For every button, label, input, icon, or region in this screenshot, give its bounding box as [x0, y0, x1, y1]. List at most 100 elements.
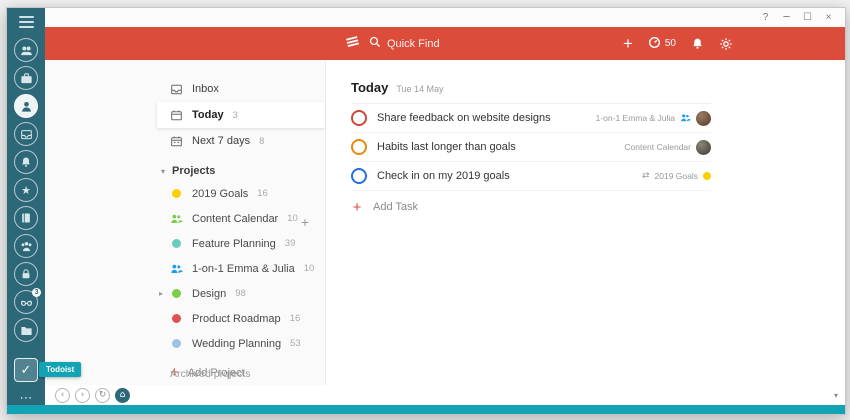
task-project-label[interactable]: Content Calendar [624, 142, 691, 152]
page-date: Tue 14 May [396, 84, 443, 94]
projects-section-header[interactable]: ▾ Projects [157, 165, 325, 177]
task-complete-circle[interactable] [351, 110, 367, 126]
task-text: Habits last longer than goals [377, 141, 614, 153]
project-count: 39 [285, 238, 296, 249]
forward-button[interactable]: › [75, 388, 90, 403]
folder-icon[interactable] [14, 318, 38, 342]
task-row[interactable]: Share feedback on website designs 1-on-1… [351, 104, 711, 133]
shared-people-icon [170, 262, 183, 275]
help-button[interactable]: ? [755, 12, 776, 23]
chevron-down-icon: ▾ [161, 167, 165, 176]
star-icon[interactable]: ★ [14, 178, 38, 202]
project-count: 16 [257, 188, 268, 199]
quick-add-button[interactable]: + [623, 35, 633, 52]
bottom-nav-strip: ‹ › ↻ ⌂ ▾ [45, 385, 845, 405]
project-color-dot [172, 289, 181, 298]
project-color-dot [172, 339, 181, 348]
project-color-dot [172, 314, 181, 323]
home-button[interactable]: ⌂ [115, 388, 130, 403]
sidebar-item-today[interactable]: Today 3 [157, 102, 325, 128]
sidebar-item-label: Inbox [192, 83, 219, 95]
profile-icon[interactable] [14, 94, 38, 118]
maximize-button[interactable]: ☐ [797, 12, 818, 23]
bottom-accent-bar [7, 405, 845, 414]
sidebar-item-label: Today [192, 109, 224, 121]
sidebar-item-label: Next 7 days [192, 135, 250, 147]
recurring-icon: ⇄ [642, 171, 650, 181]
main-content: Today Tue 14 May Share feedback on websi… [326, 60, 845, 385]
todoist-sidebar: Inbox Today 3 Next 7 days 8 ▾ Projects [45, 60, 326, 385]
todoist-tooltip: Todoist [39, 362, 81, 377]
karma-count: 50 [665, 38, 676, 49]
calendar-week-icon [170, 135, 183, 148]
task-text: Check in on my 2019 goals [377, 170, 632, 182]
task-project-label[interactable]: 1-on-1 Emma & Julia [596, 113, 675, 123]
project-color-dot [172, 239, 181, 248]
project-count: 10 [304, 263, 315, 274]
assignee-avatar[interactable] [696, 111, 711, 126]
task-project-label[interactable]: 2019 Goals [655, 171, 698, 181]
expand-chevron-icon[interactable]: ▸ [159, 289, 163, 298]
lock-icon[interactable] [14, 262, 38, 286]
project-label: 1-on-1 Emma & Julia [192, 263, 295, 275]
shared-people-icon [170, 212, 183, 225]
calendar-today-icon [170, 109, 183, 122]
project-item-wedding-planning[interactable]: Wedding Planning 53 [157, 331, 325, 356]
project-count: 10 [287, 213, 298, 224]
project-label: Product Roadmap [192, 313, 281, 325]
settings-gear-icon[interactable] [719, 37, 733, 51]
task-row[interactable]: Check in on my 2019 goals ⇄ 2019 Goals [351, 162, 711, 191]
project-item-product-roadmap[interactable]: Product Roadmap 16 [157, 306, 325, 331]
task-row[interactable]: Habits last longer than goals Content Ca… [351, 133, 711, 162]
hamburger-menu-icon[interactable] [19, 16, 34, 28]
bell-icon[interactable] [14, 150, 38, 174]
unread-badge: 3 [32, 288, 41, 297]
app-window: ★ 3 ✓ Todoist ⋯ ? ─ ☐ [6, 7, 846, 415]
close-button[interactable]: × [818, 12, 839, 23]
project-item-1on1[interactable]: 1-on-1 Emma & Julia 10 [157, 256, 325, 281]
notebook-icon[interactable] [14, 206, 38, 230]
search-icon [369, 36, 381, 51]
task-text: Share feedback on website designs [377, 112, 586, 124]
inbox-icon [170, 83, 183, 96]
contacts-icon[interactable] [14, 38, 38, 62]
task-complete-circle[interactable] [351, 139, 367, 155]
more-options-icon[interactable]: ⋯ [7, 393, 45, 405]
window-titlebar: ? ─ ☐ × [45, 8, 845, 27]
project-item-design[interactable]: ▸ Design 98 [157, 281, 325, 306]
team-icon[interactable] [14, 234, 38, 258]
page-title: Today [351, 80, 388, 95]
refresh-button[interactable]: ↻ [95, 388, 110, 403]
project-count: 98 [235, 288, 246, 299]
notifications-bell-icon[interactable] [691, 37, 704, 50]
sidebar-item-inbox[interactable]: Inbox [157, 76, 325, 102]
inbox-tray-icon[interactable] [14, 122, 38, 146]
task-complete-circle[interactable] [351, 168, 367, 184]
search-placeholder: Quick Find [387, 38, 440, 50]
quick-find-search[interactable]: Quick Find [369, 36, 440, 51]
shared-people-icon [680, 112, 691, 125]
add-task-button[interactable]: + Add Task [351, 191, 711, 223]
sidebar-item-next7days[interactable]: Next 7 days 8 [157, 128, 325, 154]
assignee-avatar[interactable] [696, 140, 711, 155]
project-label: Content Calendar [192, 213, 278, 225]
back-button[interactable]: ‹ [55, 388, 70, 403]
project-item-2019-goals[interactable]: 2019 Goals 16 [157, 181, 325, 206]
item-count: 3 [233, 110, 238, 121]
archived-projects-link[interactable]: Archived projects [170, 368, 251, 380]
scroll-down-chevron-icon[interactable]: ▾ [834, 391, 838, 400]
todoist-app-icon[interactable]: ✓ [14, 358, 38, 382]
app-launcher-sidebar: ★ 3 ✓ Todoist ⋯ [7, 8, 45, 405]
project-item-feature-planning[interactable]: Feature Planning 39 [157, 231, 325, 256]
briefcase-icon[interactable] [14, 66, 38, 90]
projects-title: Projects [172, 165, 215, 177]
glasses-icon[interactable]: 3 [14, 290, 38, 314]
project-color-dot [172, 189, 181, 198]
minimize-button[interactable]: ─ [776, 12, 797, 23]
todoist-logo-icon [345, 34, 360, 54]
project-label: 2019 Goals [192, 188, 248, 200]
project-item-content-calendar[interactable]: Content Calendar 10 [157, 206, 325, 231]
karma-score[interactable]: 50 [648, 36, 676, 52]
project-label: Wedding Planning [192, 338, 281, 350]
todoist-header: Quick Find + 50 [45, 27, 845, 60]
